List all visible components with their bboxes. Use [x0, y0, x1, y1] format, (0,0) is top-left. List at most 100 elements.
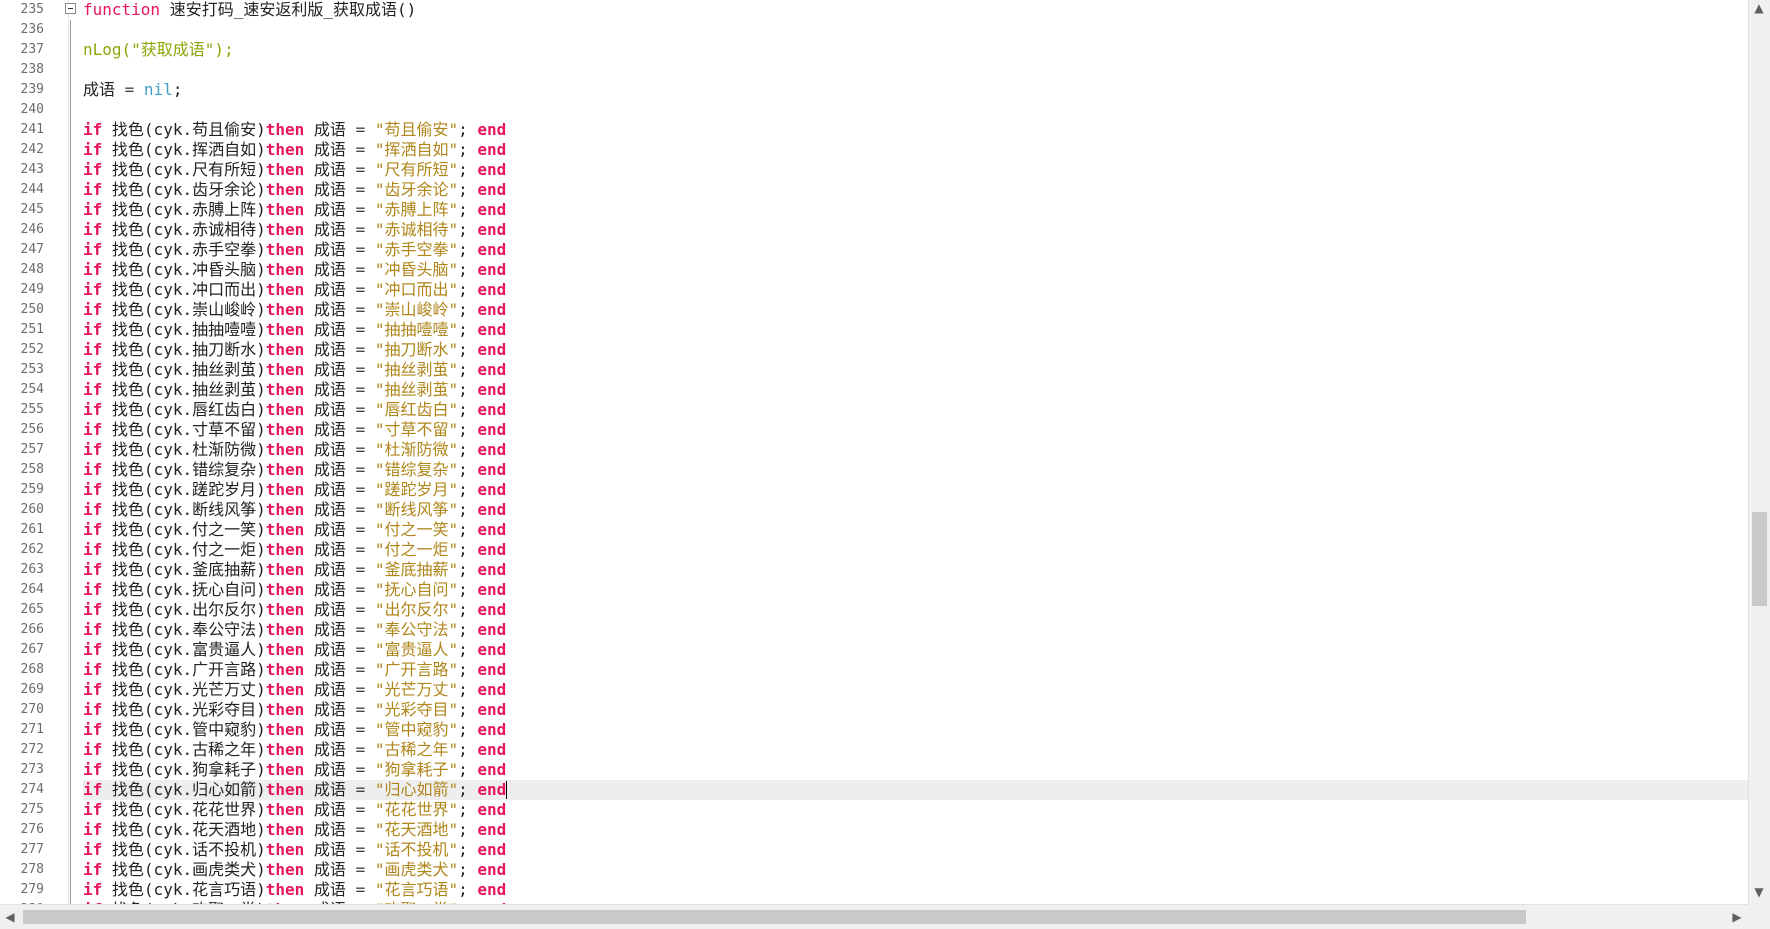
cyk-prefix: (cyk.	[143, 500, 193, 519]
scroll-right-arrow-icon[interactable]: ▶	[1729, 909, 1745, 925]
code-line[interactable]: 252 if 找色(cyk.抽刀断水)then 成语 = "抽刀断水"; end	[0, 340, 1749, 360]
vertical-scroll-thumb[interactable]	[1752, 512, 1767, 606]
variable-name: 成语	[83, 80, 116, 99]
line-number: 274	[20, 782, 44, 797]
code-line[interactable]: 259 if 找色(cyk.蹉跎岁月)then 成语 = "蹉跎岁月"; end	[0, 480, 1749, 500]
code-line[interactable]: 268 if 找色(cyk.广开言路)then 成语 = "广开言路"; end	[0, 660, 1749, 680]
code-line[interactable]: 241 if 找色(cyk.苟且偷安)then 成语 = "苟且偷安"; end	[0, 120, 1749, 140]
if-keyword: if	[83, 800, 103, 819]
code-line[interactable]: 242 if 找色(cyk.挥洒自如)then 成语 = "挥洒自如"; end	[0, 140, 1749, 160]
horizontal-scrollbar[interactable]: ◀ ▶	[0, 904, 1749, 929]
code-line[interactable]: 276 if 找色(cyk.花天酒地)then 成语 = "花天酒地"; end	[0, 820, 1749, 840]
code-line[interactable]: 278 if 找色(cyk.画虎类犬)then 成语 = "画虎类犬"; end	[0, 860, 1749, 880]
code-line[interactable]: 251 if 找色(cyk.抽抽噎噎)then 成语 = "抽抽噎噎"; end	[0, 320, 1749, 340]
cyk-prefix: (cyk.	[143, 300, 193, 319]
variable-name: 成语	[313, 800, 346, 819]
if-keyword: if	[83, 300, 103, 319]
end-keyword: end	[477, 860, 507, 879]
variable-name: 成语	[313, 840, 346, 859]
code-line[interactable]: 275 if 找色(cyk.花花世界)then 成语 = "花花世界"; end	[0, 800, 1749, 820]
code-line[interactable]: 236	[0, 20, 1749, 40]
cyk-prefix: (cyk.	[143, 120, 193, 139]
code-line[interactable]: 253 if 找色(cyk.抽丝剥茧)then 成语 = "抽丝剥茧"; end	[0, 360, 1749, 380]
end-keyword: end	[477, 480, 507, 499]
code-line[interactable]: 271 if 找色(cyk.管中窥豹)then 成语 = "管中窥豹"; end	[0, 720, 1749, 740]
code-line[interactable]: 267 if 找色(cyk.富贵逼人)then 成语 = "富贵逼人"; end	[0, 640, 1749, 660]
code-line[interactable]: 257 if 找色(cyk.杜渐防微)then 成语 = "杜渐防微"; end	[0, 440, 1749, 460]
idiom-string: "苟且偷安"	[374, 120, 459, 139]
idiom-string-value: 错综复杂	[384, 460, 449, 479]
idiom-string: "管中窥豹"	[374, 720, 459, 739]
line-number: 278	[20, 862, 44, 877]
find-color-call: 找色	[111, 500, 144, 519]
code-line[interactable]: 256 if 找色(cyk.寸草不留)then 成语 = "寸草不留"; end	[0, 420, 1749, 440]
code-line[interactable]: 273 if 找色(cyk.狗拿耗子)then 成语 = "狗拿耗子"; end	[0, 760, 1749, 780]
code-line[interactable]: 266 if 找色(cyk.奉公守法)then 成语 = "奉公守法"; end	[0, 620, 1749, 640]
code-line[interactable]: 269 if 找色(cyk.光芒万丈)then 成语 = "光芒万丈"; end	[0, 680, 1749, 700]
code-line[interactable]: 274 if 找色(cyk.归心如箭)then 成语 = "归心如箭"; end	[0, 780, 1749, 800]
find-color-call: 找色	[111, 740, 144, 759]
code-line[interactable]: 249 if 找色(cyk.冲口而出)then 成语 = "冲口而出"; end	[0, 280, 1749, 300]
code-line[interactable]: 237 nLog("获取成语");	[0, 40, 1749, 60]
code-line[interactable]: 240	[0, 100, 1749, 120]
vertical-scrollbar[interactable]: ▲ ▼	[1748, 0, 1770, 905]
code-line[interactable]: 254 if 找色(cyk.抽丝剥茧)then 成语 = "抽丝剥茧"; end	[0, 380, 1749, 400]
end-keyword: end	[477, 720, 507, 739]
idiom-string-value: 归心如箭	[384, 780, 449, 799]
idiom-identifier: 画虎类犬	[192, 860, 257, 879]
variable-name: 成语	[313, 660, 346, 679]
if-keyword: if	[83, 120, 103, 139]
code-line[interactable]: 261 if 找色(cyk.付之一笑)then 成语 = "付之一笑"; end	[0, 520, 1749, 540]
code-editor[interactable]: 235 function 速安打码_速安返利版_获取成语() 236 237 n…	[0, 0, 1749, 905]
line-number: 275	[20, 802, 44, 817]
find-color-call: 找色	[111, 220, 144, 239]
find-color-call: 找色	[111, 860, 144, 879]
line-number: 239	[20, 82, 44, 97]
code-line[interactable]: 247 if 找色(cyk.赤手空拳)then 成语 = "赤手空拳"; end	[0, 240, 1749, 260]
scroll-left-arrow-icon[interactable]: ◀	[2, 909, 18, 925]
idiom-identifier: 光芒万丈	[192, 680, 257, 699]
find-color-call: 找色	[111, 880, 144, 899]
code-line[interactable]: 260 if 找色(cyk.断线风筝)then 成语 = "断线风筝"; end	[0, 500, 1749, 520]
code-line[interactable]: 279 if 找色(cyk.花言巧语)then 成语 = "花言巧语"; end	[0, 880, 1749, 900]
then-keyword: then	[265, 680, 305, 699]
scroll-down-arrow-icon[interactable]: ▼	[1751, 884, 1767, 900]
code-line[interactable]: 245 if 找色(cyk.赤膊上阵)then 成语 = "赤膊上阵"; end	[0, 200, 1749, 220]
code-line[interactable]: 258 if 找色(cyk.错综复杂)then 成语 = "错综复杂"; end	[0, 460, 1749, 480]
fold-collapse-icon[interactable]	[65, 3, 76, 14]
idiom-string-value: 杜渐防微	[384, 440, 449, 459]
code-line[interactable]: 248 if 找色(cyk.冲昏头脑)then 成语 = "冲昏头脑"; end	[0, 260, 1749, 280]
idiom-string-value: 断线风筝	[384, 500, 449, 519]
variable-name: 成语	[313, 160, 346, 179]
assign-operator: =	[345, 780, 375, 799]
idiom-identifier: 赤手空拳	[192, 240, 257, 259]
code-line[interactable]: 255 if 找色(cyk.唇红齿白)then 成语 = "唇红齿白"; end	[0, 400, 1749, 420]
idiom-string-value: 寸草不留	[384, 420, 449, 439]
code-line[interactable]: 272 if 找色(cyk.古稀之年)then 成语 = "古稀之年"; end	[0, 740, 1749, 760]
line-number: 262	[20, 542, 44, 557]
variable-name: 成语	[313, 260, 346, 279]
if-keyword: if	[83, 700, 103, 719]
horizontal-scroll-thumb[interactable]	[23, 910, 1526, 924]
code-line[interactable]: 246 if 找色(cyk.赤诚相待)then 成语 = "赤诚相待"; end	[0, 220, 1749, 240]
code-line[interactable]: 250 if 找色(cyk.崇山峻岭)then 成语 = "崇山峻岭"; end	[0, 300, 1749, 320]
code-line[interactable]: 239 成语 = nil;	[0, 80, 1749, 100]
code-line[interactable]: 270 if 找色(cyk.光彩夺目)then 成语 = "光彩夺目"; end	[0, 700, 1749, 720]
code-line[interactable]: 243 if 找色(cyk.尺有所短)then 成语 = "尺有所短"; end	[0, 160, 1749, 180]
code-line[interactable]: 235 function 速安打码_速安返利版_获取成语()	[0, 0, 1749, 20]
variable-name: 成语	[313, 720, 346, 739]
code-line[interactable]: 238	[0, 60, 1749, 80]
idiom-string-value: 话不投机	[384, 840, 449, 859]
code-line[interactable]: 277 if 找色(cyk.话不投机)then 成语 = "话不投机"; end	[0, 840, 1749, 860]
end-keyword: end	[477, 560, 507, 579]
code-line[interactable]: 264 if 找色(cyk.抚心自问)then 成语 = "抚心自问"; end	[0, 580, 1749, 600]
cyk-prefix: (cyk.	[143, 260, 193, 279]
cyk-prefix: (cyk.	[143, 240, 193, 259]
code-line[interactable]: 265 if 找色(cyk.出尔反尔)then 成语 = "出尔反尔"; end	[0, 600, 1749, 620]
end-keyword: end	[477, 820, 507, 839]
code-line[interactable]: 263 if 找色(cyk.釜底抽薪)then 成语 = "釜底抽薪"; end	[0, 560, 1749, 580]
find-color-call: 找色	[111, 680, 144, 699]
code-line[interactable]: 262 if 找色(cyk.付之一炬)then 成语 = "付之一炬"; end	[0, 540, 1749, 560]
scroll-up-arrow-icon[interactable]: ▲	[1751, 0, 1767, 16]
code-line[interactable]: 244 if 找色(cyk.齿牙余论)then 成语 = "齿牙余论"; end	[0, 180, 1749, 200]
